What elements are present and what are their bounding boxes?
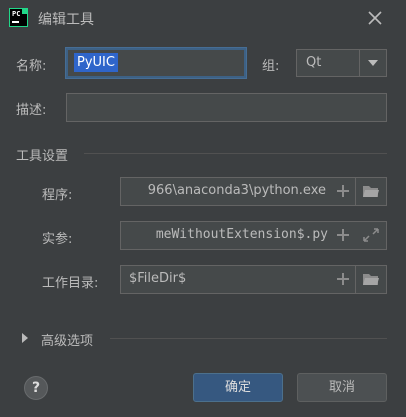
help-button[interactable]: ? [24, 376, 48, 400]
program-field-value: 966\anaconda3\python.exe [147, 183, 326, 198]
name-input-selected-text: PyUIC [74, 53, 118, 72]
field-separator [355, 178, 356, 205]
folder-icon [363, 186, 379, 197]
field-separator [355, 222, 356, 249]
arguments-label: 实参: [42, 232, 73, 247]
section-divider [110, 338, 387, 339]
arguments-field-value: meWithoutExtension$.py [155, 227, 328, 242]
insert-macro-plus-icon[interactable] [336, 184, 350, 198]
working-directory-field[interactable]: $FileDir$ [120, 265, 387, 294]
field-separator [355, 266, 356, 293]
insert-macro-plus-icon[interactable] [336, 272, 350, 286]
section-divider [84, 153, 387, 154]
group-combobox[interactable]: Qt [296, 49, 387, 77]
group-label: 组: [262, 59, 280, 74]
insert-macro-plus-icon[interactable] [336, 228, 350, 242]
browse-folder-button[interactable] [362, 271, 380, 287]
expand-icon [363, 228, 379, 242]
close-button[interactable] [364, 7, 386, 29]
ok-button[interactable]: 确定 [193, 373, 283, 402]
name-label: 名称: [16, 59, 47, 74]
chevron-down-icon[interactable] [359, 50, 386, 76]
folder-icon [363, 274, 379, 285]
pycharm-app-icon: PC [9, 8, 28, 27]
title-bar: PC 编辑工具 [0, 0, 406, 36]
name-input[interactable]: PyUIC [66, 48, 246, 78]
group-combobox-value: Qt [306, 55, 322, 70]
tool-settings-heading: 工具设置 [16, 149, 69, 164]
arguments-field[interactable]: meWithoutExtension$.py [120, 221, 387, 250]
description-label: 描述: [16, 103, 47, 118]
description-input[interactable] [66, 93, 387, 122]
dialog-title: 编辑工具 [38, 12, 94, 28]
program-field[interactable]: 966\anaconda3\python.exe [120, 177, 387, 206]
expand-button[interactable] [362, 227, 380, 243]
advanced-options-toggle[interactable]: 高级选项 [41, 330, 93, 349]
program-label: 程序: [42, 188, 73, 203]
close-icon [368, 11, 382, 25]
expand-arrow-icon[interactable] [22, 333, 28, 343]
working-directory-label: 工作目录: [42, 276, 99, 291]
cancel-button[interactable]: 取消 [297, 373, 387, 402]
browse-folder-button[interactable] [362, 183, 380, 199]
working-directory-field-value: $FileDir$ [129, 271, 187, 286]
